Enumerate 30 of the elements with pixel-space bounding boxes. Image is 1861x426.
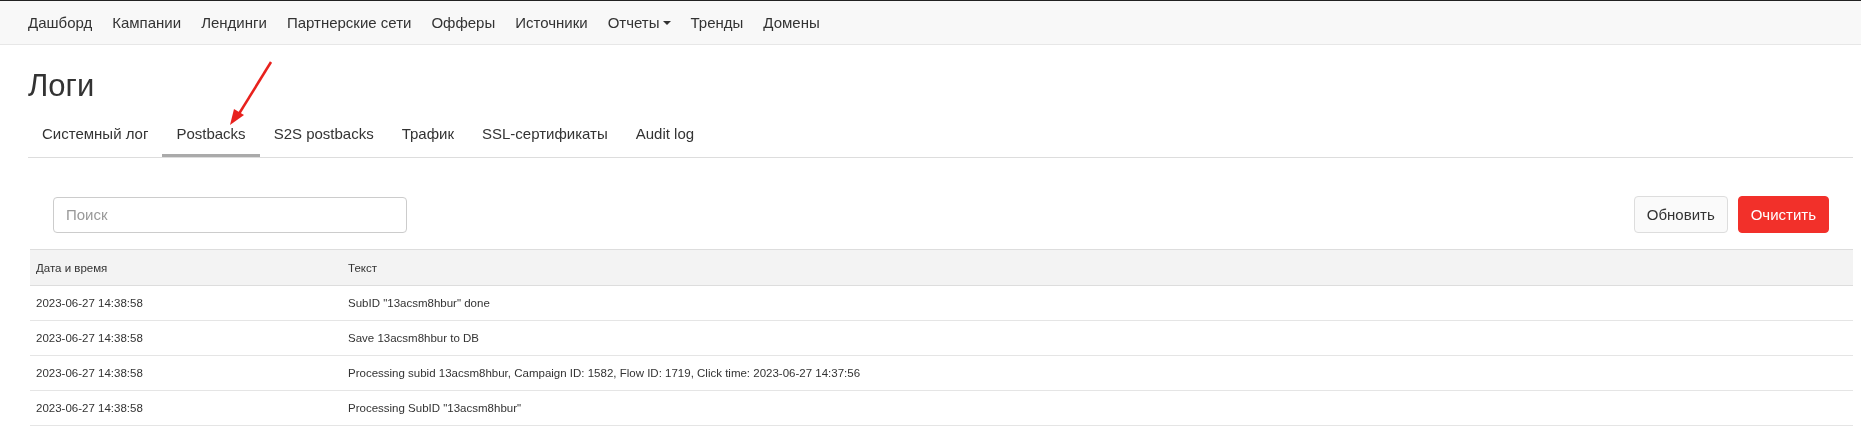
- nav-link[interactable]: Дашборд: [28, 14, 93, 31]
- tab[interactable]: SSL-сертификаты: [468, 119, 622, 157]
- nav-link[interactable]: Партнерские сети: [286, 14, 412, 31]
- nav-link[interactable]: Кампании: [112, 14, 182, 31]
- arrow-annotation-icon: [227, 59, 275, 127]
- table-cell: 2023-06-27 14:38:58: [30, 285, 342, 321]
- tab[interactable]: Audit log: [621, 119, 709, 157]
- tab[interactable]: Системный лог: [28, 119, 163, 157]
- table-cell: 2023-06-27 14:38:58: [30, 355, 342, 391]
- caret-icon: [662, 20, 671, 25]
- column-header: Текст: [342, 249, 1853, 286]
- nav-link[interactable]: Домены: [763, 14, 820, 31]
- clear-button[interactable]: Очистить: [1737, 196, 1829, 233]
- nav-link[interactable]: Офферы: [431, 14, 496, 31]
- table-cell: 2023-06-27 14:38:58: [30, 320, 342, 356]
- refresh-button[interactable]: Обновить: [1633, 196, 1728, 233]
- nav-link[interactable]: Тренды: [690, 14, 744, 31]
- table-cell: SubID "13acsm8hbur" done: [342, 285, 1853, 321]
- nav-link[interactable]: Источники: [515, 14, 588, 31]
- table-cell: Processing SubID "13acsm8hbur": [342, 390, 1853, 426]
- tab[interactable]: Трафик: [387, 119, 468, 157]
- table-cell: Save 13acsm8hbur to DB: [342, 320, 1853, 356]
- search-field[interactable]: Поиск: [53, 196, 407, 233]
- nav-link[interactable]: Лендинги: [201, 14, 267, 31]
- column-header: Дата и время: [30, 249, 342, 286]
- page-title: Логи: [28, 68, 95, 104]
- tab[interactable]: S2S postbacks: [259, 119, 388, 157]
- table-cell: 2023-06-27 14:38:58: [30, 390, 342, 426]
- nav-link[interactable]: Отчеты: [607, 14, 671, 31]
- table-cell: Processing subid 13acsm8hbur, Campaign ID: 1582, Flow ID: 1719, Click time: 2023-06-27 14:37:56: [342, 355, 1853, 391]
